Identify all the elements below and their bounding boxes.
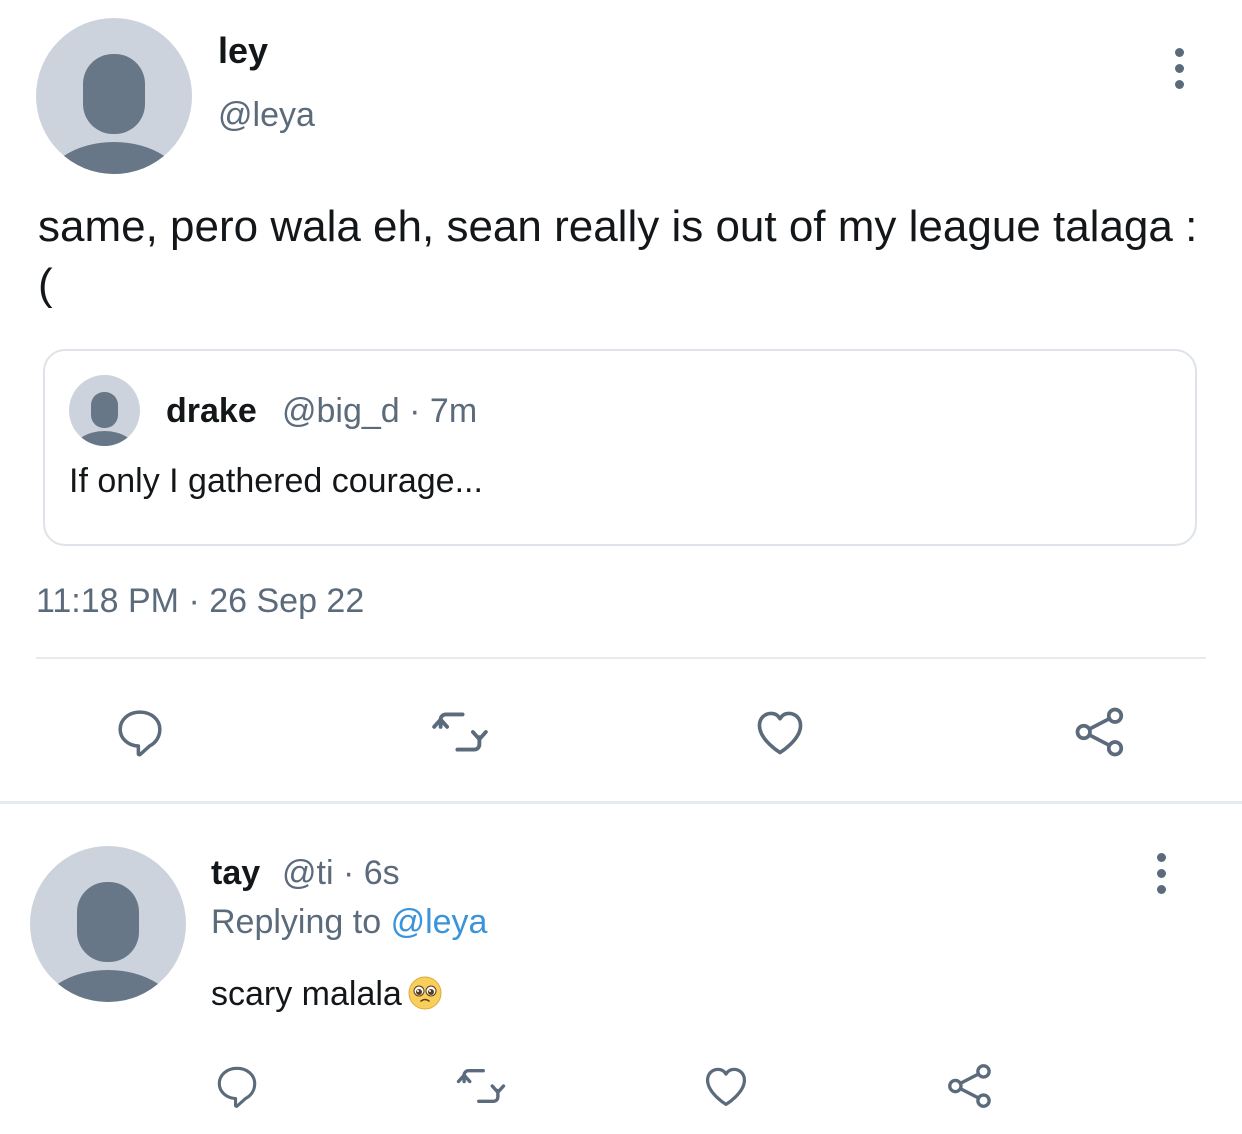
reply-icon [118, 710, 162, 757]
divider [36, 657, 1206, 659]
main-avatar[interactable] [36, 18, 192, 174]
more-vertical-icon [1156, 852, 1166, 862]
more-vertical-icon [1174, 47, 1184, 57]
quoted-handle-time: @big_d · 7m [282, 392, 478, 430]
share-icon [1075, 707, 1124, 757]
replying-to-label: Replying to [211, 903, 382, 941]
main-display-name[interactable]: ley [218, 30, 268, 72]
reply-more-options-button[interactable] [1141, 843, 1181, 903]
reply-handle-time: @ti · 6s [282, 854, 400, 892]
default-avatar-icon [47, 54, 181, 174]
reply-reply-button[interactable] [208, 1057, 266, 1115]
quoted-tweet-card[interactable] [43, 349, 1197, 546]
quoted-tweet-text: If only I gathered courage... [69, 462, 483, 500]
like-icon [705, 1067, 747, 1107]
retweet-button[interactable] [428, 700, 492, 764]
reply-text: scary malala [211, 975, 402, 1013]
retweet-icon [432, 712, 488, 752]
share-icon [948, 1064, 991, 1108]
retweet-icon [456, 1069, 506, 1103]
reply-display-name[interactable]: tay [211, 854, 260, 893]
reply-icon [217, 1066, 257, 1108]
mention-link[interactable]: @leya [391, 903, 488, 941]
quoted-display-name: drake [166, 392, 257, 430]
tweet-text: same, pero wala eh, sean really is out o… [38, 202, 1198, 309]
tweet-timestamp[interactable]: 11:18 PM · 26 Sep 22 [36, 582, 364, 621]
reply-share-button[interactable] [941, 1057, 999, 1115]
main-handle[interactable]: @leya [218, 96, 315, 135]
default-avatar-icon [41, 882, 175, 1002]
reply-avatar[interactable] [30, 846, 186, 1002]
replying-to-line: Replying to @leya [211, 903, 487, 942]
like-button[interactable] [748, 700, 812, 764]
reply-button[interactable] [108, 700, 172, 764]
share-button[interactable] [1068, 700, 1132, 764]
reply-text-line: scary malala [211, 975, 442, 1014]
pleading-face-emoji [408, 976, 442, 1010]
reply-retweet-button[interactable] [452, 1057, 510, 1115]
more-options-button[interactable] [1159, 38, 1199, 98]
like-icon [757, 711, 803, 755]
section-divider [0, 801, 1242, 804]
quoted-avatar[interactable] [69, 375, 140, 446]
reply-like-button[interactable] [697, 1057, 755, 1115]
default-avatar-icon [73, 392, 136, 446]
